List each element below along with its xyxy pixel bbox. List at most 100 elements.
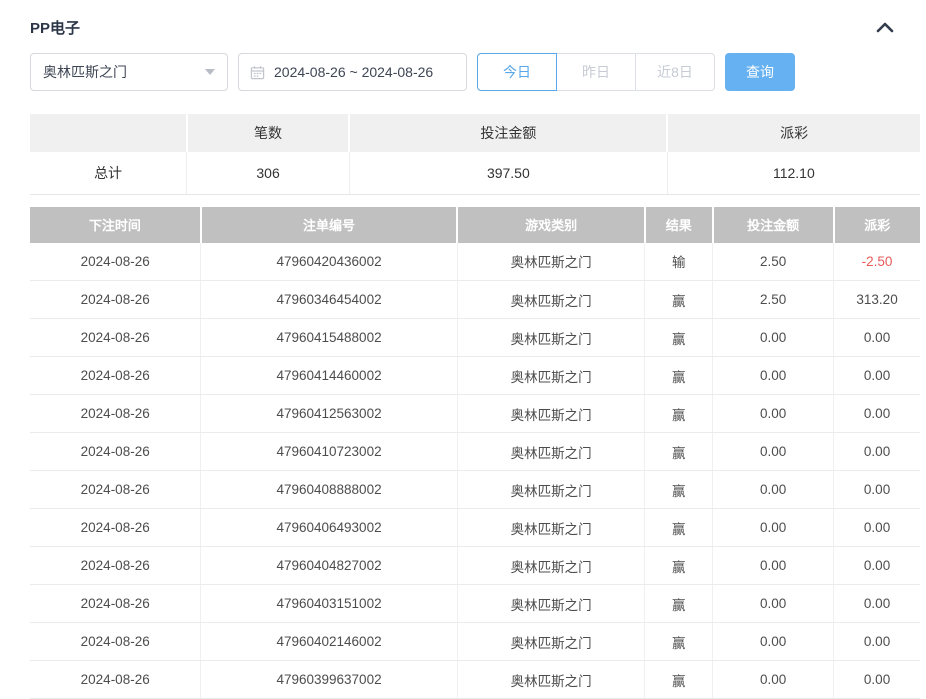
detail-header-row: 下注时间 注单编号 游戏类别 结果 投注金额 派彩	[30, 207, 920, 243]
cell-result: 赢	[645, 395, 713, 433]
table-row: 2024-08-2647960402146002奥林匹斯之门赢0.000.00	[30, 623, 920, 661]
summary-total-row: 总计 306 397.50 112.10	[30, 152, 920, 194]
cell-result: 赢	[645, 471, 713, 509]
cell-result: 赢	[645, 357, 713, 395]
cell-bet-amount: 0.00	[713, 661, 834, 699]
cell-order-number: 47960420436002	[201, 243, 457, 281]
cell-game-category: 奥林匹斯之门	[457, 509, 645, 547]
cell-bet-amount: 2.50	[713, 243, 834, 281]
cell-bet-amount: 2.50	[713, 281, 834, 319]
cell-game-category: 奥林匹斯之门	[457, 281, 645, 319]
cell-game-category: 奥林匹斯之门	[457, 623, 645, 661]
summary-header-empty	[30, 114, 187, 152]
cell-result: 赢	[645, 585, 713, 623]
collapse-button[interactable]	[874, 16, 896, 38]
cell-payout: 0.00	[834, 471, 920, 509]
cell-game-category: 奥林匹斯之门	[457, 243, 645, 281]
summary-table: 笔数 投注金额 派彩 总计 306 397.50 112.10	[30, 114, 920, 195]
yesterday-button[interactable]: 昨日	[556, 53, 636, 91]
bet-records-table: 下注时间 注单编号 游戏类别 结果 投注金额 派彩 2024-08-264796…	[30, 207, 920, 699]
cell-bet-time: 2024-08-26	[30, 243, 201, 281]
summary-total-bet-amount: 397.50	[349, 152, 667, 194]
query-button[interactable]: 查询	[725, 53, 795, 91]
cell-order-number: 47960415488002	[201, 319, 457, 357]
table-row: 2024-08-2647960406493002奥林匹斯之门赢0.000.00	[30, 509, 920, 547]
cell-game-category: 奥林匹斯之门	[457, 585, 645, 623]
table-row: 2024-08-2647960346454002奥林匹斯之门赢2.50313.2…	[30, 281, 920, 319]
cell-payout: 0.00	[834, 357, 920, 395]
cell-bet-amount: 0.00	[713, 471, 834, 509]
cell-payout: 0.00	[834, 547, 920, 585]
calendar-icon	[250, 65, 265, 80]
table-row: 2024-08-2647960414460002奥林匹斯之门赢0.000.00	[30, 357, 920, 395]
cell-result: 输	[645, 243, 713, 281]
cell-bet-amount: 0.00	[713, 319, 834, 357]
cell-payout: 0.00	[834, 395, 920, 433]
table-row: 2024-08-2647960415488002奥林匹斯之门赢0.000.00	[30, 319, 920, 357]
cell-bet-time: 2024-08-26	[30, 471, 201, 509]
summary-total-payout: 112.10	[667, 152, 920, 194]
cell-payout: 0.00	[834, 661, 920, 699]
game-select-value: 奥林匹斯之门	[43, 62, 127, 82]
pp-panel: PP电子 奥林匹斯之门 2024-08-26 ~ 2024-08-26 今	[0, 0, 926, 699]
cell-bet-time: 2024-08-26	[30, 509, 201, 547]
cell-order-number: 47960404827002	[201, 547, 457, 585]
cell-bet-amount: 0.00	[713, 357, 834, 395]
cell-bet-amount: 0.00	[713, 585, 834, 623]
cell-bet-time: 2024-08-26	[30, 547, 201, 585]
cell-result: 赢	[645, 281, 713, 319]
cell-game-category: 奥林匹斯之门	[457, 661, 645, 699]
cell-payout: 313.20	[834, 281, 920, 319]
cell-game-category: 奥林匹斯之门	[457, 395, 645, 433]
summary-header-row: 笔数 投注金额 派彩	[30, 114, 920, 152]
cell-bet-amount: 0.00	[713, 623, 834, 661]
table-row: 2024-08-2647960410723002奥林匹斯之门赢0.000.00	[30, 433, 920, 471]
cell-order-number: 47960403151002	[201, 585, 457, 623]
header-result: 结果	[645, 207, 713, 243]
summary-header-payout: 派彩	[667, 114, 920, 152]
today-button[interactable]: 今日	[477, 53, 557, 91]
filter-bar: 奥林匹斯之门 2024-08-26 ~ 2024-08-26 今日 昨日 近8日…	[30, 53, 896, 91]
detail-table-body: 2024-08-2647960420436002奥林匹斯之门输2.50-2.50…	[30, 243, 920, 699]
cell-bet-time: 2024-08-26	[30, 585, 201, 623]
cell-order-number: 47960414460002	[201, 357, 457, 395]
cell-order-number: 47960408888002	[201, 471, 457, 509]
last-8-days-button[interactable]: 近8日	[635, 53, 715, 91]
table-row: 2024-08-2647960404827002奥林匹斯之门赢0.000.00	[30, 547, 920, 585]
cell-result: 赢	[645, 661, 713, 699]
cell-result: 赢	[645, 623, 713, 661]
cell-bet-time: 2024-08-26	[30, 623, 201, 661]
cell-bet-time: 2024-08-26	[30, 395, 201, 433]
cell-order-number: 47960346454002	[201, 281, 457, 319]
cell-bet-time: 2024-08-26	[30, 661, 201, 699]
cell-payout: -2.50	[834, 243, 920, 281]
game-select[interactable]: 奥林匹斯之门	[30, 53, 228, 91]
cell-game-category: 奥林匹斯之门	[457, 471, 645, 509]
summary-total-count: 306	[187, 152, 350, 194]
cell-game-category: 奥林匹斯之门	[457, 547, 645, 585]
cell-game-category: 奥林匹斯之门	[457, 319, 645, 357]
cell-bet-amount: 0.00	[713, 509, 834, 547]
cell-result: 赢	[645, 547, 713, 585]
date-range-value: 2024-08-26 ~ 2024-08-26	[274, 64, 433, 80]
cell-order-number: 47960410723002	[201, 433, 457, 471]
cell-payout: 0.00	[834, 623, 920, 661]
cell-payout: 0.00	[834, 585, 920, 623]
table-row: 2024-08-2647960420436002奥林匹斯之门输2.50-2.50	[30, 243, 920, 281]
cell-order-number: 47960402146002	[201, 623, 457, 661]
date-range-input[interactable]: 2024-08-26 ~ 2024-08-26	[238, 53, 467, 91]
caret-down-icon	[205, 69, 215, 75]
cell-bet-amount: 0.00	[713, 433, 834, 471]
chevron-up-icon	[876, 21, 894, 33]
cell-payout: 0.00	[834, 433, 920, 471]
table-row: 2024-08-2647960408888002奥林匹斯之门赢0.000.00	[30, 471, 920, 509]
cell-bet-time: 2024-08-26	[30, 357, 201, 395]
cell-order-number: 47960399637002	[201, 661, 457, 699]
cell-payout: 0.00	[834, 509, 920, 547]
cell-game-category: 奥林匹斯之门	[457, 357, 645, 395]
header-bet-time: 下注时间	[30, 207, 201, 243]
header-order-number: 注单编号	[201, 207, 457, 243]
cell-order-number: 47960412563002	[201, 395, 457, 433]
cell-bet-amount: 0.00	[713, 395, 834, 433]
header-bet-amount: 投注金额	[713, 207, 834, 243]
